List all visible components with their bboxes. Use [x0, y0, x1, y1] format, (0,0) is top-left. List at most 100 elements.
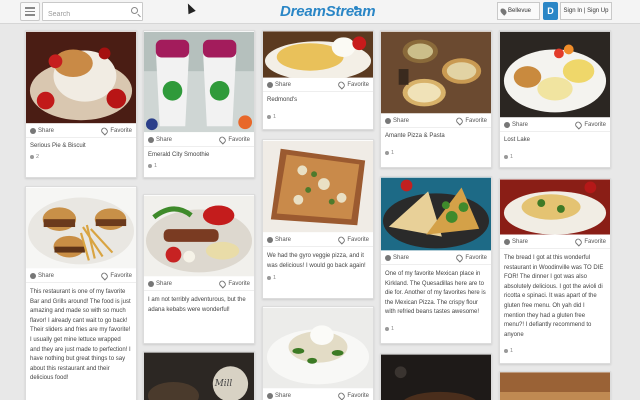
post-card[interactable]: Share Favorite [262, 306, 374, 400]
favorite-button[interactable]: Favorite [337, 390, 369, 400]
heart-icon [218, 134, 228, 145]
like-count: 1 [144, 159, 254, 173]
share-button[interactable]: Share [504, 238, 528, 245]
card-actions: Share Favorite [500, 235, 610, 249]
favorite-button[interactable]: Favorite [455, 252, 487, 263]
card-actions: Share Favorite [263, 78, 373, 92]
favorite-button[interactable]: Favorite [337, 234, 369, 245]
post-image[interactable] [381, 177, 491, 251]
favorite-button[interactable]: Favorite [100, 270, 132, 281]
share-button[interactable]: Share [267, 392, 291, 399]
heart-icon [574, 119, 584, 130]
favorite-button[interactable]: Favorite [574, 236, 606, 247]
post-title: Lost Lake [504, 137, 531, 143]
card-actions: Share Favorite [144, 277, 254, 291]
post-image[interactable] [500, 31, 610, 118]
favorite-button[interactable]: Favorite [574, 119, 606, 130]
post-image[interactable] [381, 354, 491, 400]
heart-icon [100, 125, 110, 136]
post-card[interactable]: Share Favorite Serious Pie & Biscuit 2 [25, 30, 137, 178]
share-icon [148, 136, 154, 143]
share-icon [30, 272, 36, 279]
share-icon [148, 280, 154, 287]
like-icon [30, 155, 34, 160]
post-image[interactable] [26, 187, 136, 269]
share-button[interactable]: Share [30, 127, 54, 134]
heart-icon [100, 270, 110, 281]
share-button[interactable]: Share [385, 254, 409, 261]
share-button[interactable]: Share [148, 280, 172, 287]
post-title: Serious Pie & Biscuit [30, 143, 86, 149]
menu-icon-bar [25, 14, 35, 16]
heart-icon [337, 390, 347, 400]
search-icon[interactable] [131, 7, 138, 14]
post-card[interactable]: Mill [143, 351, 255, 400]
post-image[interactable]: Mill [144, 352, 254, 400]
card-actions: Share Favorite [381, 114, 491, 128]
favorite-button[interactable]: Favorite [337, 79, 369, 90]
post-image[interactable] [500, 372, 610, 400]
share-icon [385, 117, 391, 124]
logo[interactable]: DreamStream [280, 3, 376, 20]
share-button[interactable]: Share [267, 236, 291, 243]
search-input[interactable] [43, 6, 123, 23]
like-count: 1 [500, 144, 610, 164]
card-actions: Share Favorite [381, 251, 491, 265]
post-card[interactable]: Share Favorite Lost Lake 1 [499, 30, 611, 168]
mouse-cursor [184, 1, 196, 15]
post-card[interactable]: Share Favorite We had the gyro veggie pi… [262, 139, 374, 299]
post-card[interactable]: Share Favorite This restaurant is one of… [25, 186, 137, 400]
favorite-button[interactable]: Favorite [455, 115, 487, 126]
post-card[interactable]: Share Favorite The bread I got at this w… [499, 178, 611, 364]
like-icon [148, 164, 152, 169]
post-image[interactable] [144, 31, 254, 133]
card-actions: Share Favorite [263, 389, 373, 400]
heart-icon [218, 278, 228, 289]
favorite-button[interactable]: Favorite [100, 125, 132, 136]
share-button[interactable]: Share [504, 121, 528, 128]
post-image[interactable] [144, 195, 254, 277]
share-icon [267, 392, 273, 399]
favorite-button[interactable]: Favorite [218, 134, 250, 145]
share-button[interactable]: Share [267, 81, 291, 88]
post-card[interactable]: Share Favorite I am not terribly adventu… [143, 194, 255, 344]
sign-in-button[interactable]: Sign In | Sign Up [560, 2, 612, 20]
post-image[interactable] [26, 31, 136, 124]
share-button[interactable]: Share [30, 272, 54, 279]
share-button[interactable]: Share [385, 117, 409, 124]
post-image[interactable] [263, 307, 373, 389]
post-card[interactable] [380, 353, 492, 400]
like-icon [504, 155, 508, 160]
share-icon [504, 121, 510, 128]
post-image[interactable] [263, 140, 373, 233]
card-actions: Share Favorite [144, 133, 254, 147]
post-description: The bread I got at this wonderful restau… [504, 255, 604, 338]
post-image[interactable] [263, 31, 373, 78]
heart-icon [337, 79, 347, 90]
card-actions: Share Favorite [26, 269, 136, 283]
like-icon [267, 276, 271, 281]
card-actions: Share Favorite [500, 118, 610, 132]
location-label: Bellevue [508, 8, 532, 14]
favorite-button[interactable]: Favorite [218, 278, 250, 289]
location-button[interactable]: Bellevue [497, 2, 540, 20]
share-icon [267, 236, 273, 243]
like-count: 1 [263, 104, 373, 124]
post-description: One of my favorite Mexican place in Kirk… [385, 271, 486, 316]
post-title: Redmond's [267, 97, 298, 103]
like-count: 2 [26, 150, 136, 164]
share-button[interactable]: Share [148, 136, 172, 143]
post-card[interactable]: Share Favorite Amante Pizza & Pasta 1 [380, 30, 492, 168]
post-card[interactable]: Share Favorite One of my favorite Mexica… [380, 176, 492, 344]
like-count: 1 [263, 271, 373, 285]
like-count: 1 [381, 318, 491, 336]
post-card[interactable]: Share Favorite Emerald City Smoothie 1 [143, 30, 255, 178]
brand-icon[interactable]: D [543, 2, 558, 20]
menu-button[interactable] [20, 2, 40, 21]
pin-icon [499, 6, 508, 16]
heart-icon [455, 115, 465, 126]
post-image[interactable] [381, 31, 491, 114]
post-card[interactable]: Share Favorite Redmond's 1 [262, 30, 374, 130]
post-card[interactable] [499, 371, 611, 400]
post-image[interactable] [500, 179, 610, 235]
